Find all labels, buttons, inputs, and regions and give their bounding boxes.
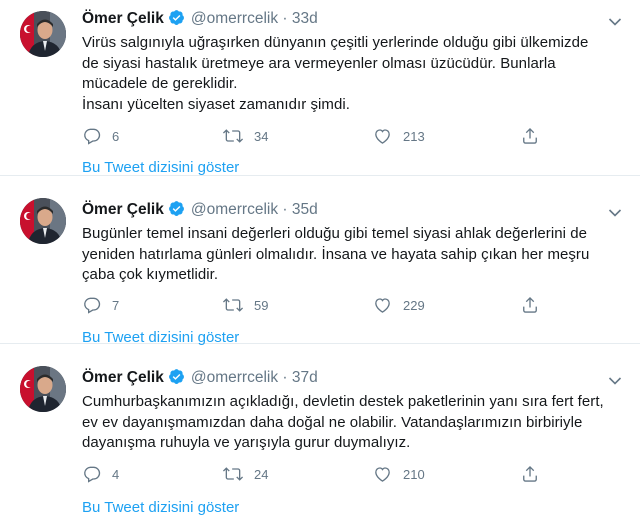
- tweet-header: Ömer Çelik @omerrcelik · 37d: [82, 368, 318, 391]
- share-icon: [520, 295, 540, 315]
- tweet-text: Virüs salgınıyla uğraşırken dünyanın çeş…: [82, 34, 589, 113]
- author-name[interactable]: Ömer Çelik: [82, 10, 164, 27]
- like-button[interactable]: 210: [372, 464, 425, 484]
- author-name[interactable]: Ömer Çelik: [82, 201, 164, 218]
- retweet-icon: [222, 126, 244, 146]
- separator-dot: ·: [282, 10, 288, 27]
- show-thread-link[interactable]: Bu Tweet dizisini göster: [82, 159, 239, 176]
- author-handle[interactable]: @omerrcelik: [191, 201, 278, 218]
- like-count: 229: [403, 297, 425, 313]
- avatar[interactable]: [20, 366, 66, 412]
- reply-button[interactable]: 4: [82, 464, 119, 484]
- retweet-icon: [222, 464, 244, 484]
- avatar[interactable]: [20, 11, 66, 57]
- separator-dot: ·: [282, 201, 288, 218]
- tweet-header: Ömer Çelik @omerrcelik · 33d: [82, 9, 318, 32]
- tweet-actions: 6 34 213: [82, 126, 562, 146]
- show-thread-link[interactable]: Bu Tweet dizisini göster: [82, 499, 239, 516]
- reply-icon: [82, 295, 102, 315]
- chevron-down-icon[interactable]: [608, 14, 622, 32]
- tweet-header: Ömer Çelik @omerrcelik · 35d: [82, 200, 318, 223]
- reply-button[interactable]: 6: [82, 126, 119, 146]
- reply-icon: [82, 126, 102, 146]
- retweet-button[interactable]: 59: [222, 295, 268, 315]
- like-count: 213: [403, 128, 425, 144]
- chevron-down-icon[interactable]: [608, 373, 622, 391]
- share-icon: [520, 126, 540, 146]
- retweet-button[interactable]: 34: [222, 126, 268, 146]
- verified-badge-icon: [168, 368, 185, 391]
- tweet-text: Cumhurbaşkanımızın açıkladığı, devletin …: [82, 393, 604, 451]
- like-count: 210: [403, 466, 425, 482]
- reply-icon: [82, 464, 102, 484]
- share-icon: [520, 464, 540, 484]
- retweet-count: 24: [254, 466, 269, 482]
- tweet-text: Bugünler temel insani değerleri olduğu g…: [82, 225, 590, 283]
- share-button[interactable]: [520, 464, 540, 484]
- retweet-count: 59: [254, 297, 269, 313]
- retweet-count: 34: [254, 128, 269, 144]
- retweet-button[interactable]: 24: [222, 464, 268, 484]
- tweet-feed: Ömer Çelik @omerrcelik · 33d Virüs salgın…: [0, 0, 640, 520]
- author-handle[interactable]: @omerrcelik: [191, 10, 278, 27]
- tweet[interactable]: Ömer Çelik @omerrcelik · 33d Virüs salgın…: [0, 0, 640, 176]
- like-button[interactable]: 213: [372, 126, 425, 146]
- verified-badge-icon: [168, 9, 185, 32]
- retweet-icon: [222, 295, 244, 315]
- like-button[interactable]: 229: [372, 295, 425, 315]
- share-button[interactable]: [520, 126, 540, 146]
- share-button[interactable]: [520, 295, 540, 315]
- reply-count: 6: [112, 128, 120, 144]
- tweet-actions: 7 59 229: [82, 295, 562, 315]
- avatar[interactable]: [20, 198, 66, 244]
- tweet-actions: 4 24 210: [82, 464, 562, 484]
- reply-count: 4: [112, 466, 120, 482]
- tweet[interactable]: Ömer Çelik @omerrcelik · 37d Cumhurbaşkan…: [0, 344, 640, 520]
- author-handle[interactable]: @omerrcelik: [191, 369, 278, 386]
- reply-count: 7: [112, 297, 120, 313]
- verified-badge-icon: [168, 200, 185, 223]
- like-icon: [372, 464, 393, 484]
- reply-button[interactable]: 7: [82, 295, 119, 315]
- author-name[interactable]: Ömer Çelik: [82, 369, 164, 386]
- like-icon: [372, 126, 393, 146]
- tweet-timestamp[interactable]: 35d: [292, 201, 318, 218]
- chevron-down-icon[interactable]: [608, 205, 622, 223]
- like-icon: [372, 295, 393, 315]
- tweet-timestamp[interactable]: 37d: [292, 369, 318, 386]
- separator-dot: ·: [282, 369, 288, 386]
- tweet[interactable]: Ömer Çelik @omerrcelik · 35d Bugünler tem…: [0, 176, 640, 346]
- tweet-timestamp[interactable]: 33d: [292, 10, 318, 27]
